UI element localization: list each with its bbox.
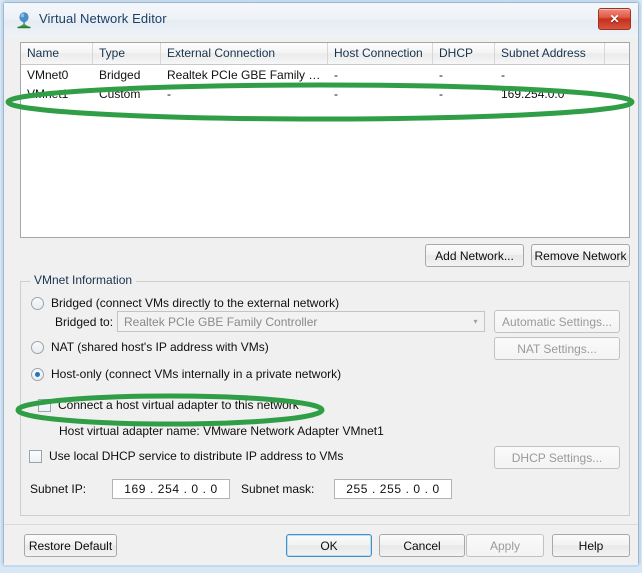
column-header-spacer[interactable] — [605, 43, 629, 64]
apply-button[interactable]: Apply — [466, 534, 544, 557]
automatic-settings-button[interactable]: Automatic Settings... — [494, 310, 620, 333]
restore-default-button[interactable]: Restore Default — [24, 534, 117, 557]
vmware-network-icon — [15, 11, 33, 29]
cell-dhcp: - — [439, 67, 443, 82]
checkbox-connect-adapter-indicator — [38, 398, 51, 412]
cell-type: Custom — [99, 86, 141, 101]
vmnet-information-legend: VMnet Information — [30, 273, 137, 287]
add-network-button[interactable]: Add Network... — [425, 244, 524, 267]
checkbox-use-local-dhcp[interactable]: Use local DHCP service to distribute IP … — [29, 449, 343, 463]
column-header-host-connection[interactable]: Host Connection — [328, 43, 433, 64]
cell-dhcp: - — [439, 86, 443, 101]
subnet-ip-input[interactable]: 169 . 254 . 0 . 0 — [112, 479, 230, 499]
subnet-ip-label: Subnet IP: — [30, 482, 87, 496]
radio-bridged[interactable]: Bridged (connect VMs directly to the ext… — [31, 296, 339, 310]
help-button[interactable]: Help — [552, 534, 630, 557]
dhcp-settings-button[interactable]: DHCP Settings... — [494, 446, 620, 469]
chevron-down-icon: ▾ — [473, 317, 478, 326]
footer-divider — [4, 524, 638, 525]
checkbox-connect-adapter-label: Connect a host virtual adapter to this n… — [58, 398, 299, 412]
radio-host-only-indicator — [31, 367, 44, 381]
close-icon: ✕ — [609, 12, 620, 26]
cell-subnet-address: - — [501, 67, 505, 82]
checkbox-connect-host-virtual-adapter[interactable]: Connect a host virtual adapter to this n… — [38, 398, 299, 412]
bridged-to-select[interactable]: Realtek PCIe GBE Family Controller ▾ — [117, 311, 485, 332]
column-header-dhcp[interactable]: DHCP — [433, 43, 495, 64]
host-virtual-adapter-name: Host virtual adapter name: VMware Networ… — [59, 424, 384, 438]
cell-external-connection: Realtek PCIe GBE Family Co... — [167, 67, 328, 82]
cell-host-connection: - — [334, 67, 338, 82]
virtual-networks-table[interactable]: Name Type External Connection Host Conne… — [20, 42, 630, 238]
cell-name: VMnet1 — [27, 86, 69, 101]
window-title: Virtual Network Editor — [39, 11, 167, 26]
screenshot-root: Virtual Network Editor ✕ Name Type Exter… — [0, 0, 642, 573]
subnet-mask-input[interactable]: 255 . 255 . 0 . 0 — [334, 479, 452, 499]
column-header-type[interactable]: Type — [93, 43, 161, 64]
cell-host-connection: - — [334, 86, 338, 101]
title-bar: Virtual Network Editor ✕ — [4, 3, 638, 37]
cancel-button[interactable]: Cancel — [379, 534, 465, 557]
radio-host-only-label: Host-only (connect VMs internally in a p… — [51, 367, 342, 381]
dialog-body: Name Type External Connection Host Conne… — [4, 37, 638, 565]
virtual-network-editor-window: Virtual Network Editor ✕ Name Type Exter… — [3, 2, 639, 565]
remove-network-button[interactable]: Remove Network — [531, 244, 630, 267]
table-header-row: Name Type External Connection Host Conne… — [21, 43, 629, 65]
radio-nat-indicator — [31, 340, 44, 354]
bridged-to-value: Realtek PCIe GBE Family Controller — [124, 314, 318, 329]
bridged-to-label: Bridged to: — [55, 315, 114, 329]
column-header-external-connection[interactable]: External Connection — [161, 43, 328, 64]
column-header-name[interactable]: Name — [21, 43, 93, 64]
radio-nat-label: NAT (shared host's IP address with VMs) — [51, 340, 269, 354]
close-button[interactable]: ✕ — [598, 8, 631, 30]
radio-nat[interactable]: NAT (shared host's IP address with VMs) — [31, 340, 269, 354]
column-header-subnet-address[interactable]: Subnet Address — [495, 43, 605, 64]
table-row[interactable]: VMnet1 Custom - - - 169.254.0.0 — [21, 84, 629, 103]
radio-bridged-label: Bridged (connect VMs directly to the ext… — [51, 296, 340, 310]
radio-host-only[interactable]: Host-only (connect VMs internally in a p… — [31, 367, 341, 381]
cell-name: VMnet0 — [27, 67, 69, 82]
checkbox-local-dhcp-label: Use local DHCP service to distribute IP … — [49, 449, 344, 463]
subnet-mask-label: Subnet mask: — [241, 482, 315, 496]
nat-settings-button[interactable]: NAT Settings... — [494, 337, 620, 360]
cell-type: Bridged — [99, 67, 141, 82]
cell-subnet-address: 169.254.0.0 — [501, 86, 565, 101]
table-row[interactable]: VMnet0 Bridged Realtek PCIe GBE Family C… — [21, 65, 629, 84]
ok-button[interactable]: OK — [286, 534, 372, 557]
radio-bridged-indicator — [31, 296, 44, 310]
cell-external-connection: - — [167, 86, 171, 101]
checkbox-local-dhcp-indicator — [29, 449, 42, 463]
